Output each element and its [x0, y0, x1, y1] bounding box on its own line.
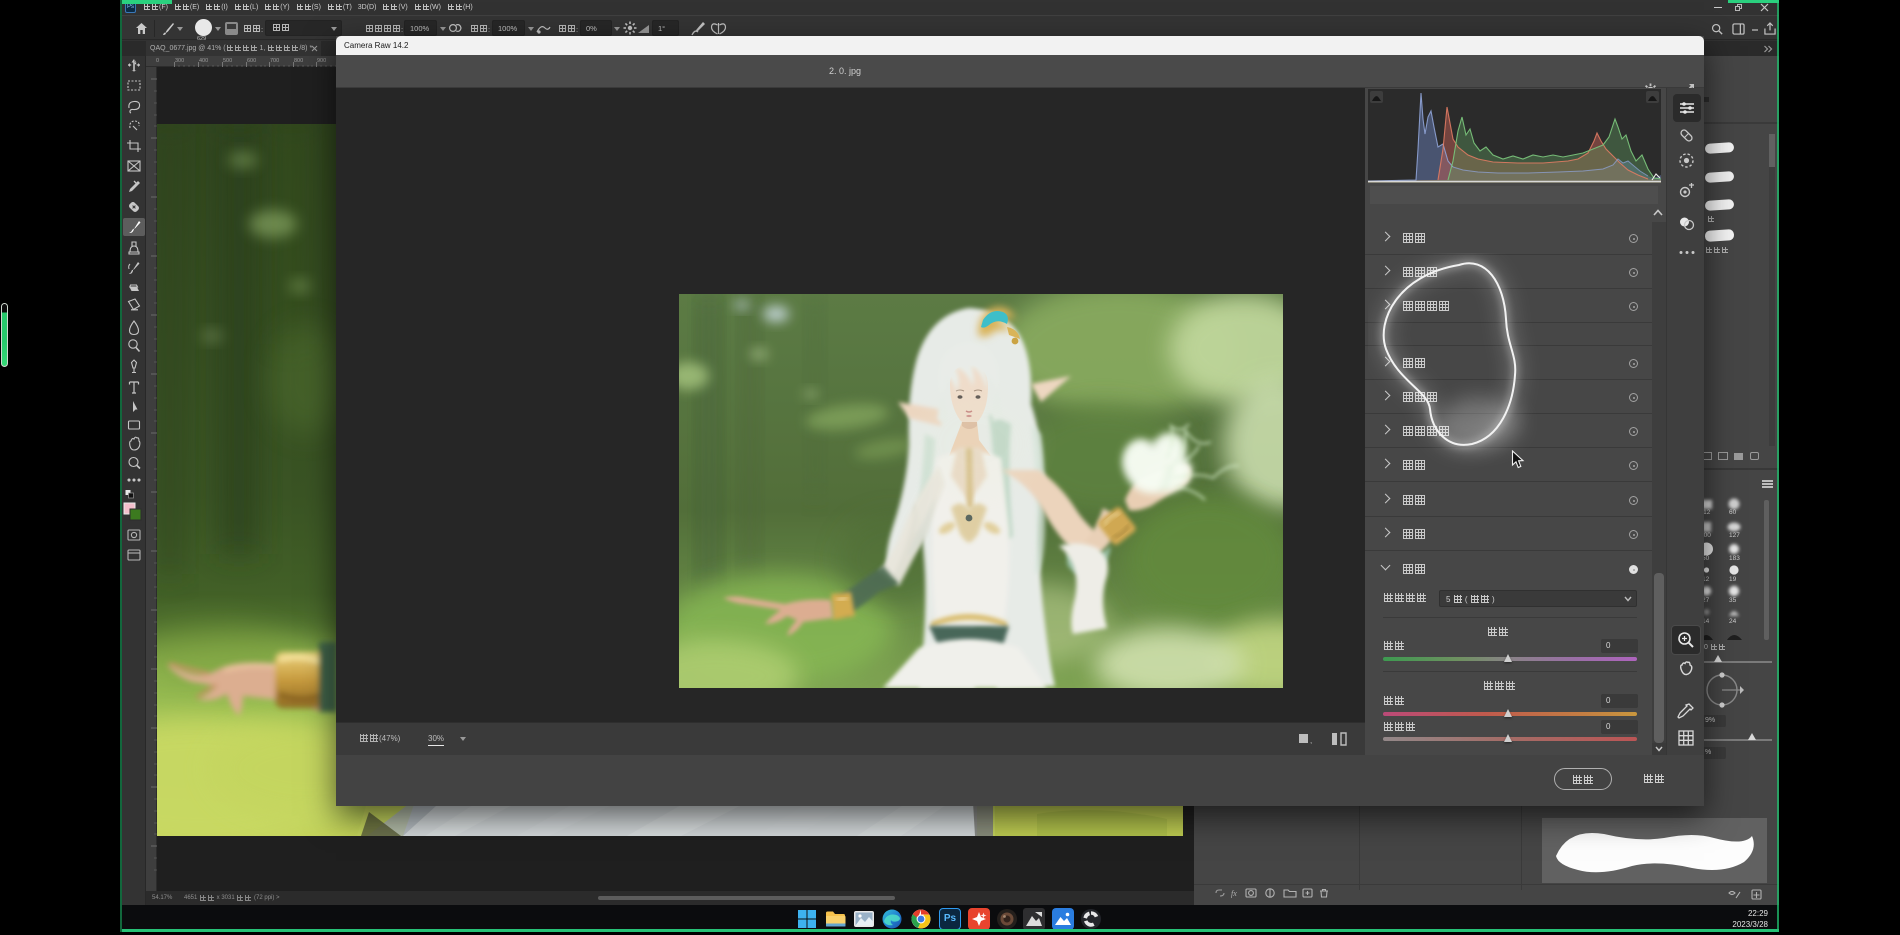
svg-text:24: 24	[1729, 618, 1737, 625]
svg-text:19: 19	[1729, 576, 1737, 583]
svg-text:fx: fx	[1231, 889, 1237, 898]
svg-text:183: 183	[1729, 555, 1740, 562]
svg-text:127: 127	[1729, 532, 1740, 539]
svg-text:60: 60	[1729, 509, 1737, 516]
svg-text:35: 35	[1729, 597, 1737, 604]
